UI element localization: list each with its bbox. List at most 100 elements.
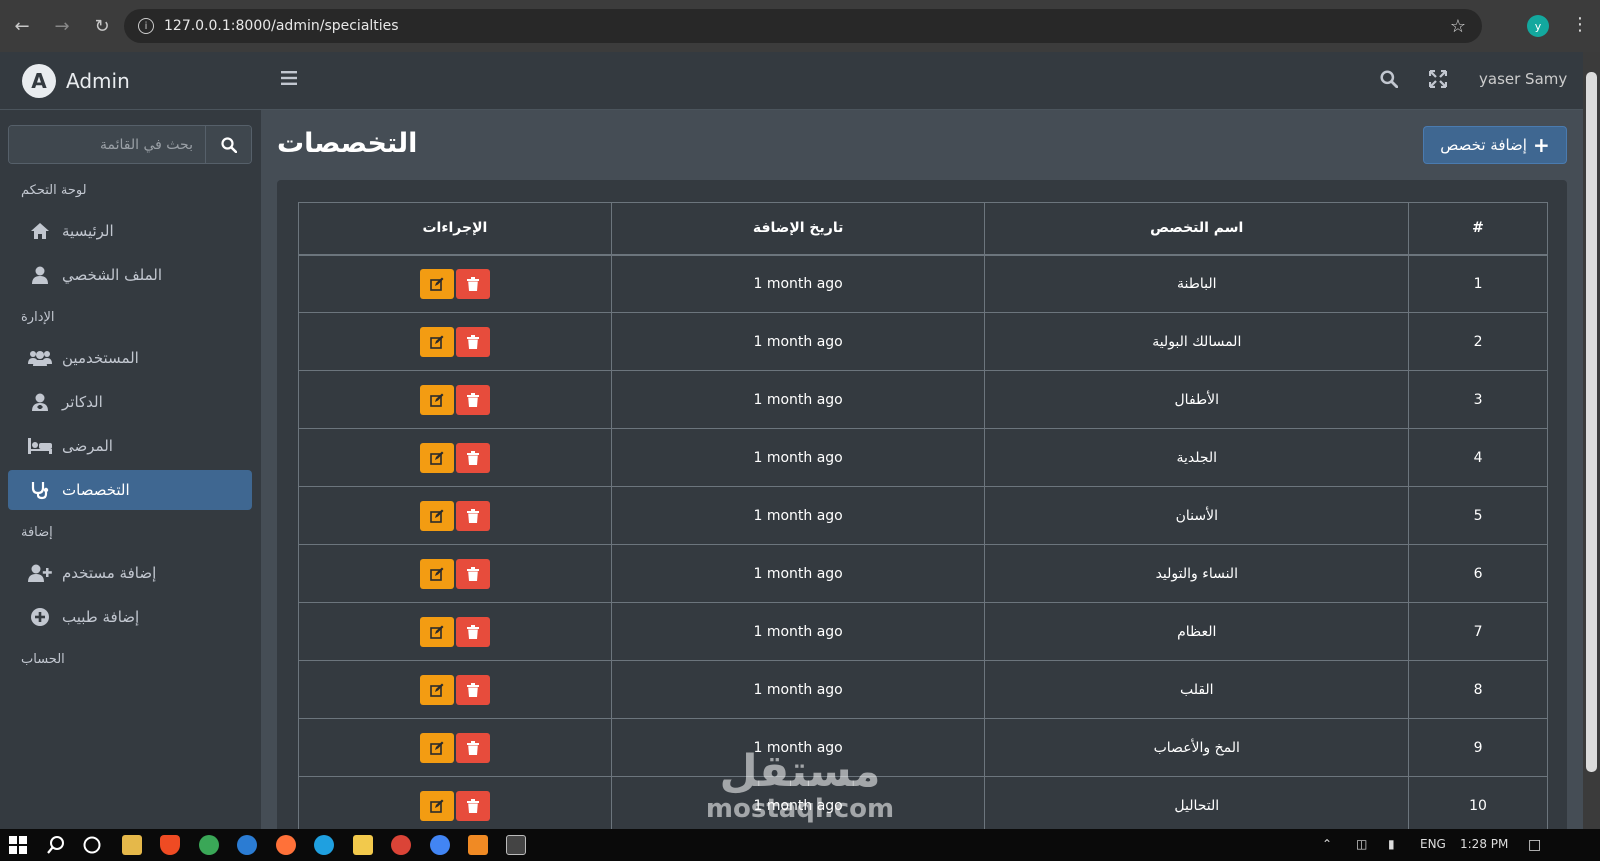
trash-icon: [466, 508, 479, 523]
address-bar[interactable]: i 127.0.0.1:8000/admin/specialties ☆: [124, 9, 1482, 43]
delete-button[interactable]: [455, 442, 490, 473]
watermark-arabic: مستقل: [719, 746, 881, 797]
sidebar-item-specialties[interactable]: التخصصات: [8, 470, 252, 510]
delete-button[interactable]: [455, 616, 490, 647]
edit-button[interactable]: [419, 268, 454, 299]
windows-start-icon[interactable]: [8, 835, 28, 855]
clock[interactable]: 1:28 PM: [1460, 837, 1508, 851]
add-specialty-button[interactable]: إضافة تخصص +: [1423, 126, 1567, 164]
os-taskbar: ⌃ ◫ ▮ ENG 1:28 PM □: [0, 829, 1600, 861]
search-icon[interactable]: [1380, 70, 1398, 88]
site-info-icon[interactable]: i: [138, 18, 154, 34]
brand-link[interactable]: A Admin: [0, 52, 261, 110]
row-name: النساء والتوليد: [984, 544, 1410, 603]
specialties-table: الإجراءات تاريخ الإضافة اسم التخصص # 1 m…: [298, 202, 1548, 835]
app-icon[interactable]: [237, 835, 257, 855]
trash-icon: [466, 682, 479, 697]
user-name[interactable]: yaser Samy: [1479, 70, 1567, 88]
stethoscope-icon: [31, 482, 49, 500]
page-scrollbar[interactable]: [1583, 52, 1600, 829]
profile-avatar[interactable]: y: [1527, 15, 1549, 37]
notifications-icon[interactable]: □: [1528, 837, 1541, 853]
row-index: 4: [1408, 428, 1548, 487]
brave-app-icon[interactable]: [160, 835, 180, 855]
trash-icon: [466, 334, 479, 349]
edit-button[interactable]: [419, 326, 454, 357]
sidebar-search-button[interactable]: [205, 126, 251, 163]
wifi-icon[interactable]: ◫: [1356, 837, 1367, 851]
sidebar-search-input[interactable]: [9, 126, 205, 163]
row-date: 1 month ago: [610, 544, 986, 603]
battery-icon[interactable]: ▮: [1388, 837, 1395, 851]
chrome-app-icon-3[interactable]: [430, 835, 450, 855]
edit-button[interactable]: [419, 732, 454, 763]
table-row: 1 month ago الأطفال 3: [298, 370, 1548, 429]
sidebar-item-home[interactable]: الرئيسية: [8, 211, 252, 251]
row-name: التحاليل: [984, 776, 1410, 835]
table-body: 1 month ago الباطنة 1 1 month ago المسالك ال…: [298, 254, 1548, 835]
trash-icon: [466, 740, 479, 755]
delete-button[interactable]: [455, 268, 490, 299]
delete-button[interactable]: [455, 674, 490, 705]
delete-button[interactable]: [455, 790, 490, 821]
taskbar-search-icon[interactable]: [46, 835, 66, 855]
sidebar-item-label: الملف الشخصي: [62, 266, 162, 284]
row-name: المسالك البولية: [984, 312, 1410, 371]
edit-button[interactable]: [419, 384, 454, 415]
sidebar-item-add-user[interactable]: إضافة مستخدم: [8, 553, 252, 593]
delete-button[interactable]: [455, 326, 490, 357]
firefox-app-icon[interactable]: [276, 835, 296, 855]
edit-button[interactable]: [419, 558, 454, 589]
trash-icon: [466, 624, 479, 639]
row-actions: [298, 486, 612, 545]
delete-button[interactable]: [455, 500, 490, 531]
edge-app-icon[interactable]: [314, 835, 334, 855]
table-row: 1 month ago العظام 7: [298, 602, 1548, 661]
doctor-icon: [32, 393, 48, 411]
back-icon[interactable]: ←: [4, 8, 40, 44]
edit-button[interactable]: [419, 616, 454, 647]
browser-toolbar: ← → ↻ i 127.0.0.1:8000/admin/specialties…: [0, 0, 1600, 52]
chrome-app-icon-2[interactable]: [391, 835, 411, 855]
chrome-app-icon[interactable]: [199, 835, 219, 855]
edit-button[interactable]: [419, 674, 454, 705]
sidebar-item-patients[interactable]: المرضى: [8, 426, 252, 466]
brand-logo-icon: A: [22, 63, 56, 98]
forward-icon[interactable]: →: [44, 8, 80, 44]
reload-icon[interactable]: ↻: [84, 8, 120, 44]
header-date: تاريخ الإضافة: [610, 202, 986, 256]
edit-button[interactable]: [419, 500, 454, 531]
tray-chevron-icon[interactable]: ⌃: [1322, 837, 1332, 851]
sidebar-item-add-doctor[interactable]: إضافة طبيب: [8, 597, 252, 637]
delete-button[interactable]: [455, 558, 490, 589]
row-index: 7: [1408, 602, 1548, 661]
bookmark-star-icon[interactable]: ☆: [1450, 16, 1466, 37]
edit-button[interactable]: [419, 790, 454, 821]
row-date: 1 month ago: [610, 428, 986, 487]
task-view-icon[interactable]: [82, 835, 102, 855]
row-date: 1 month ago: [610, 370, 986, 429]
sidebar-item-users[interactable]: المستخدمين: [8, 338, 252, 378]
language-indicator[interactable]: ENG: [1420, 837, 1446, 851]
xampp-app-icon[interactable]: [468, 835, 488, 855]
trash-icon: [466, 276, 479, 291]
sidebar-item-doctors[interactable]: الدكاتر: [8, 382, 252, 422]
edit-button[interactable]: [419, 442, 454, 473]
plus-circle-icon: [31, 608, 49, 626]
terminal-app-icon[interactable]: [506, 835, 526, 855]
delete-button[interactable]: [455, 384, 490, 415]
fullscreen-icon[interactable]: [1429, 70, 1447, 88]
row-date: 1 month ago: [610, 486, 986, 545]
hamburger-menu-icon[interactable]: [281, 70, 297, 86]
sidebar-item-profile[interactable]: الملف الشخصي: [8, 255, 252, 295]
row-name: الأسنان: [984, 486, 1410, 545]
scrollbar-thumb[interactable]: [1586, 72, 1597, 772]
file-explorer-icon[interactable]: [353, 835, 373, 855]
delete-button[interactable]: [455, 732, 490, 763]
row-actions: [298, 776, 612, 835]
browser-menu-icon[interactable]: ⋮: [1571, 14, 1589, 35]
row-actions: [298, 428, 612, 487]
store-app-icon[interactable]: [122, 835, 142, 855]
row-index: 10: [1408, 776, 1548, 835]
table-row: 1 month ago المخ والأعصاب 9: [298, 718, 1548, 777]
